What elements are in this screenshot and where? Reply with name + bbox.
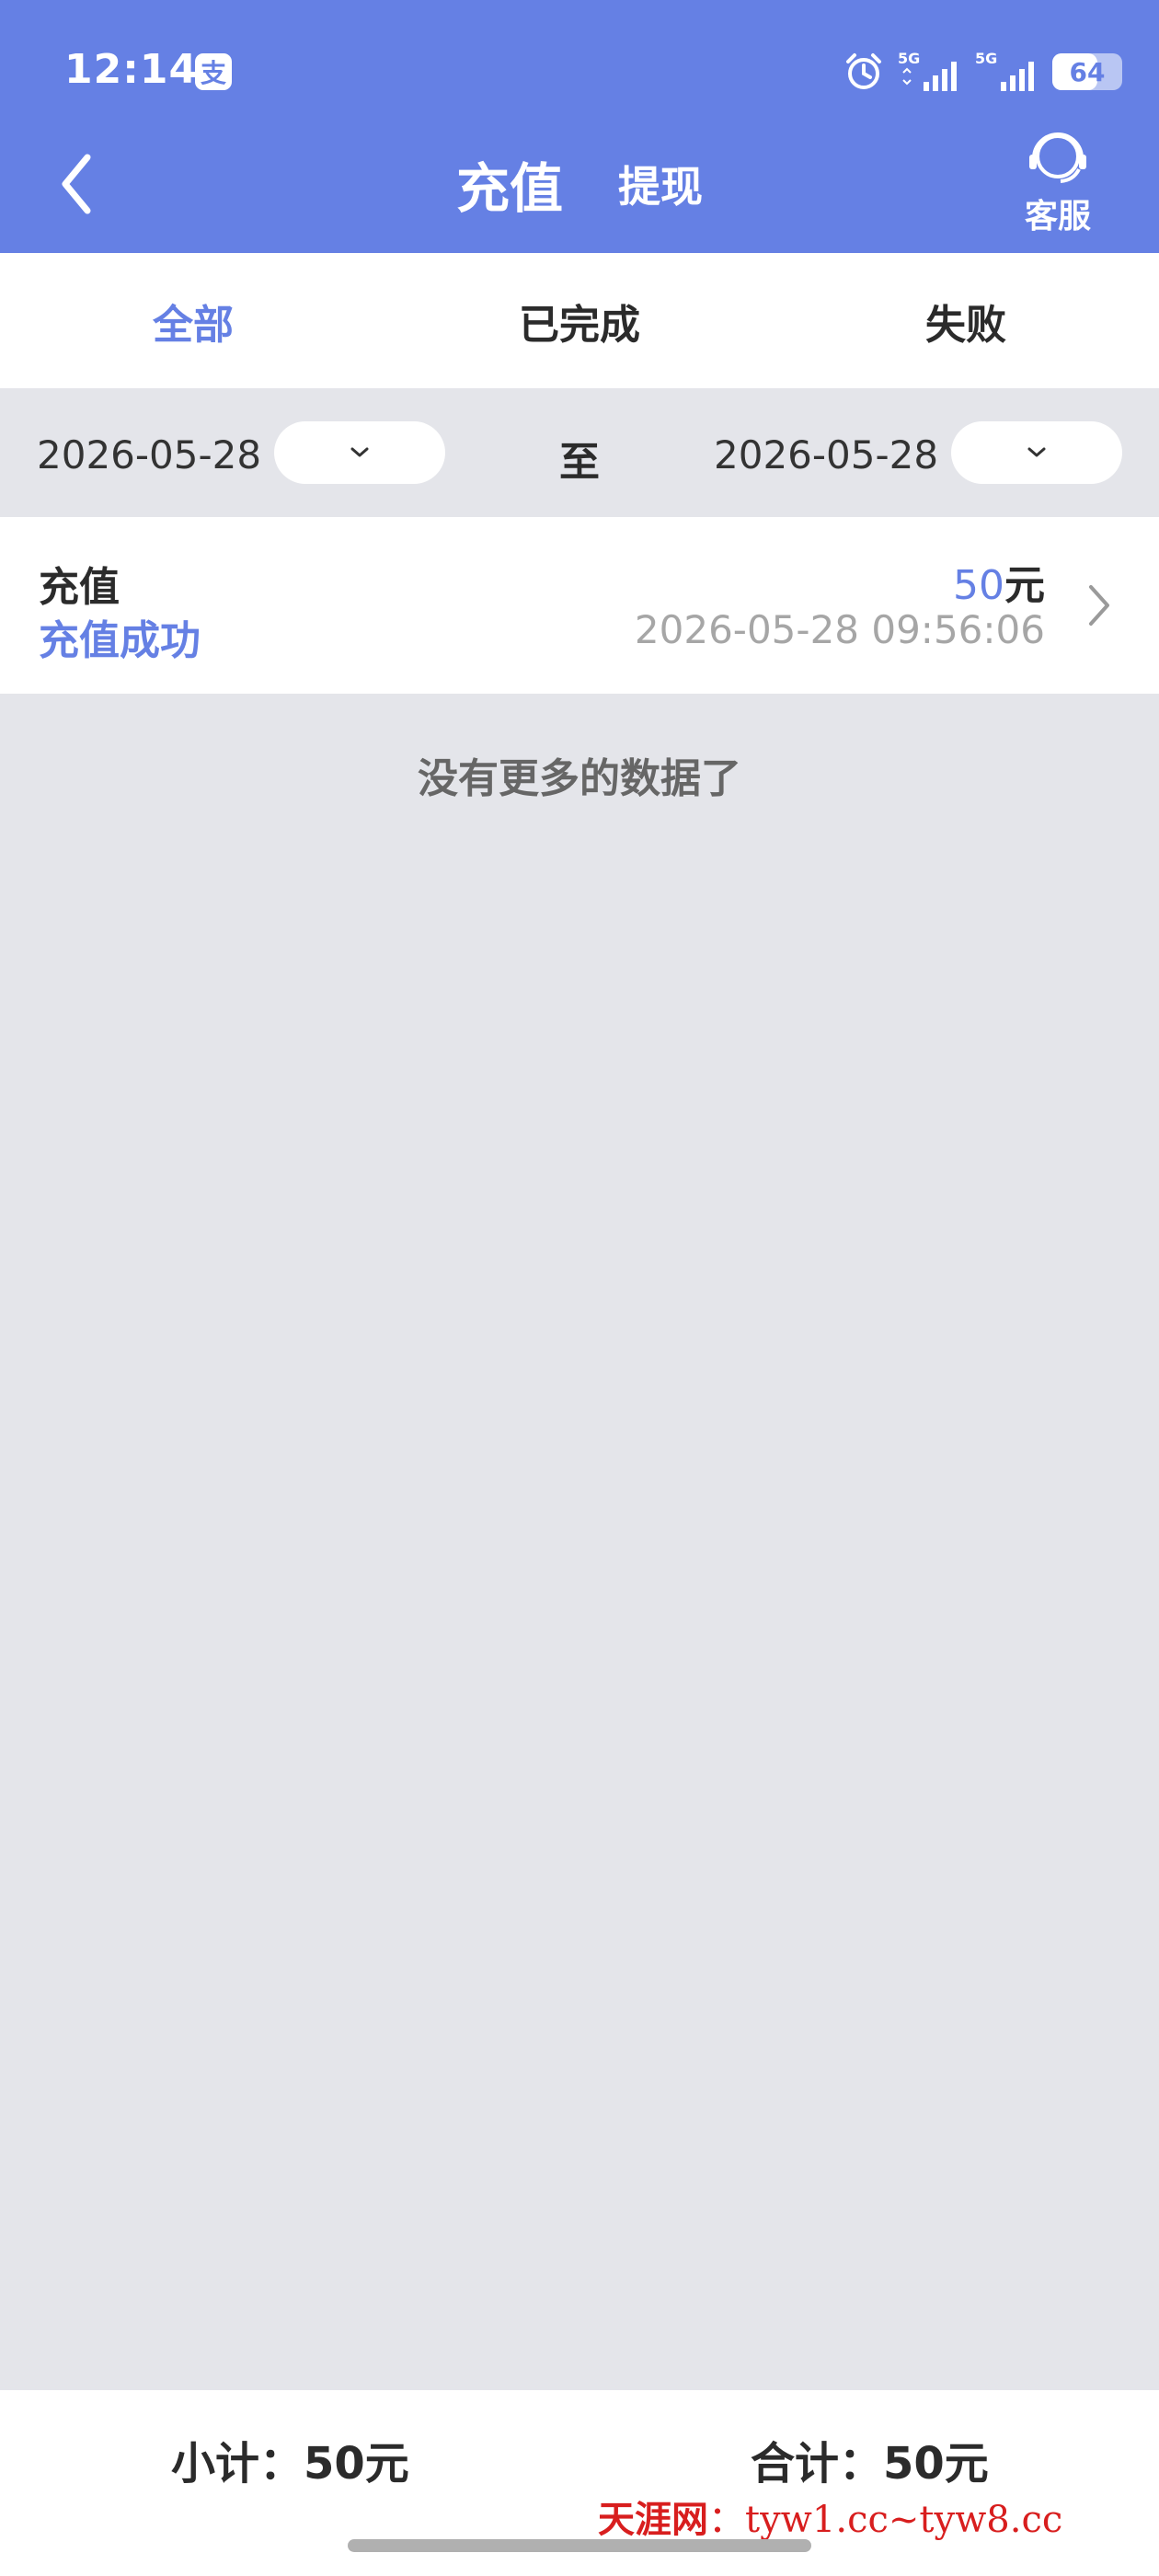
signal-icon-sim2: 5G bbox=[975, 50, 1034, 91]
header-tabs: 充值 提现 bbox=[0, 138, 1159, 230]
status-filter-tabs: 全部 已完成 失败 bbox=[0, 253, 1159, 388]
status-time: 12:14 bbox=[64, 46, 199, 93]
battery-icon: 64 bbox=[1052, 53, 1122, 90]
headset-icon bbox=[1029, 132, 1086, 183]
record-status: 充值成功 bbox=[39, 617, 201, 664]
date-range-separator: 至 bbox=[559, 439, 600, 486]
customer-service-button[interactable]: 客服 bbox=[993, 129, 1122, 239]
end-date[interactable]: 2026-05-28 bbox=[714, 432, 938, 477]
record-amount-value: 50 bbox=[953, 562, 1004, 609]
watermark-brand: 天涯网 bbox=[598, 2498, 708, 2541]
customer-service-label: 客服 bbox=[1024, 198, 1091, 236]
tab-withdraw[interactable]: 提现 bbox=[618, 154, 703, 214]
chevron-down-icon bbox=[350, 447, 369, 457]
filter-tab-all[interactable]: 全部 bbox=[0, 253, 386, 388]
grand-total: 合计：50元 bbox=[751, 2438, 989, 2490]
filter-tab-failed[interactable]: 失败 bbox=[773, 253, 1159, 388]
chevron-down-icon bbox=[1027, 447, 1046, 457]
watermark-sites: tyw1.cc~tyw8.cc bbox=[745, 2499, 1063, 2541]
watermark-separator: ： bbox=[708, 2499, 745, 2541]
record-type: 充值 bbox=[39, 564, 120, 611]
svg-text:支: 支 bbox=[201, 58, 226, 88]
svg-text:5G: 5G bbox=[898, 50, 920, 67]
start-date-dropdown[interactable] bbox=[274, 421, 445, 484]
date-range-filter: 2026-05-28 至 2026-05-28 bbox=[0, 388, 1159, 517]
record-amount: 50元 bbox=[953, 552, 1045, 611]
list-item[interactable]: 充值 充值成功 50元 2026-05-28 09:56:06 bbox=[0, 517, 1159, 694]
header: 12:14 支 5G 5G 64 充值 提现 客服 bbox=[0, 0, 1159, 253]
tab-recharge[interactable]: 充值 bbox=[456, 145, 563, 223]
end-date-dropdown[interactable] bbox=[951, 421, 1122, 484]
record-time: 2026-05-28 09:56:06 bbox=[634, 607, 1045, 652]
alarm-icon bbox=[846, 53, 881, 89]
svg-text:5G: 5G bbox=[975, 50, 997, 67]
alipay-icon: 支 bbox=[195, 53, 232, 90]
record-amount-unit: 元 bbox=[1004, 562, 1045, 609]
subtotal: 小计：50元 bbox=[171, 2438, 409, 2490]
status-icons: 5G 5G 64 bbox=[843, 44, 1122, 99]
start-date[interactable]: 2026-05-28 bbox=[37, 432, 261, 477]
signal-icon-sim1: 5G bbox=[898, 50, 957, 91]
no-more-data-text: 没有更多的数据了 bbox=[418, 755, 741, 802]
home-indicator[interactable] bbox=[348, 2539, 811, 2552]
watermark: 天涯网：tyw1.cc~tyw8.cc bbox=[598, 2490, 1062, 2543]
battery-percent: 64 bbox=[1069, 56, 1106, 87]
summary-footer: 小计：50元 合计：50元 天涯网：tyw1.cc~tyw8.cc bbox=[0, 2390, 1159, 2576]
chevron-right-icon bbox=[1089, 585, 1109, 626]
filter-tab-completed[interactable]: 已完成 bbox=[386, 253, 773, 388]
